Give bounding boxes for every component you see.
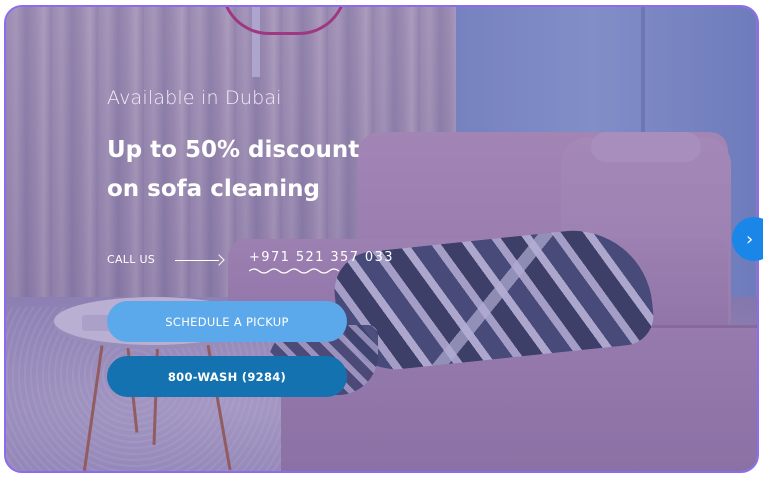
schedule-pickup-button[interactable]: SCHEDULE A PICKUP [107,301,347,342]
background-photo [6,7,757,471]
call-us-row: CALL US +971 521 357 033 [107,249,407,274]
chevron-right-icon: › [746,228,754,250]
phone-link[interactable]: +971 521 357 033 [249,250,394,265]
headline-line-1: Up to 50% discount [107,137,360,163]
call-wash-button[interactable]: 800-WASH (9284) [107,356,347,397]
wave-underline-icon [249,268,339,274]
hero-banner: Available in Dubai Up to 50% discount on… [4,5,759,473]
hero-headline: Up to 50% discount on sofa cleaning [107,131,359,209]
headline-line-2: on sofa cleaning [107,176,320,202]
hero-tagline: Available in Dubai [107,87,282,109]
color-overlay [6,7,757,471]
call-us-label: CALL US [107,253,156,266]
